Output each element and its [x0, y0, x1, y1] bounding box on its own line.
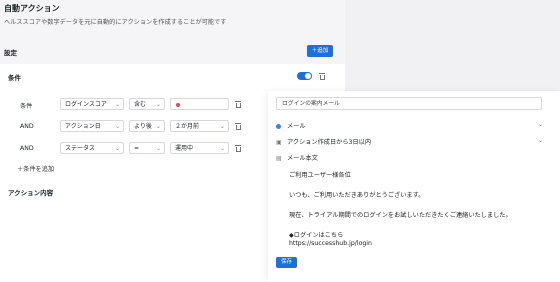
- chevron-down-icon: ⌄: [219, 145, 225, 152]
- chevron-down-icon[interactable]: ⌄: [538, 137, 543, 144]
- value-select-value: 運用中: [175, 145, 194, 152]
- row-label: AND: [20, 123, 34, 130]
- settings-label: 設定: [4, 49, 17, 57]
- mail-body-title: メール本文: [286, 155, 318, 162]
- mail-body-line[interactable]: 現在、トライアル期間でのログインをお試しいただきたくご連絡いたしました。: [289, 210, 512, 219]
- enable-toggle[interactable]: [297, 72, 312, 80]
- value-select[interactable]: 運用中 ⌄: [170, 142, 229, 154]
- field-select-value: ステータス: [65, 145, 96, 152]
- field-select-value: ログインスコア: [65, 101, 107, 108]
- row-label: 条件: [20, 103, 33, 110]
- operator-select[interactable]: = ⌄: [129, 142, 165, 154]
- chevron-down-icon: ⌄: [155, 123, 161, 130]
- add-condition-link[interactable]: ＋条件を追加: [17, 164, 54, 173]
- field-select-value: アクション日: [65, 123, 101, 130]
- field-select[interactable]: ステータス ⌄: [60, 142, 124, 154]
- chevron-down-icon[interactable]: ⌄: [538, 121, 543, 128]
- chevron-down-icon: ⌄: [155, 145, 161, 152]
- action-editor-panel: ログインの案内メール メール ⌄ ▣ アクション作成日から3日以内 ⌄ ▤ メー…: [268, 91, 560, 282]
- trash-icon[interactable]: [235, 101, 241, 108]
- page-description: ヘルススコアや数字データを元に自動的にアクションを作成することが可能です: [4, 19, 227, 26]
- mail-body-link[interactable]: https://successhub.jp/login: [289, 240, 372, 247]
- mail-body-label: ▤ メール本文: [276, 153, 318, 162]
- mail-body-line[interactable]: ◆ログインはこちら: [289, 230, 343, 239]
- operator-select-value: =: [134, 145, 140, 152]
- field-select[interactable]: ログインスコア ⌄: [60, 98, 124, 110]
- mail-body-line[interactable]: いつも、ご利用いただきありがとうございます。: [289, 190, 424, 199]
- chevron-down-icon: ⌄: [114, 123, 120, 130]
- row-label: AND: [20, 145, 34, 152]
- channel-select[interactable]: メール: [276, 121, 306, 130]
- mail-body-line[interactable]: ご利用ユーザー様各位: [289, 170, 351, 179]
- condition-title: 条件: [8, 74, 21, 82]
- chevron-down-icon: ⌄: [155, 101, 161, 108]
- schedule-select[interactable]: ▣ アクション作成日から3日以内: [276, 137, 371, 146]
- document-icon: ▤: [276, 155, 282, 162]
- mail-name-input[interactable]: ログインの案内メール: [276, 97, 542, 110]
- globe-icon: [276, 123, 285, 130]
- save-button[interactable]: 保存: [276, 257, 297, 268]
- channel-value: メール: [286, 123, 306, 130]
- field-select[interactable]: アクション日 ⌄: [60, 120, 124, 132]
- trash-icon[interactable]: [235, 123, 241, 130]
- page-title: 自動アクション: [4, 4, 60, 13]
- value-select-value: ２か月前: [175, 123, 200, 130]
- trash-icon[interactable]: [319, 73, 325, 80]
- action-content-label: アクション内容: [8, 189, 54, 197]
- chevron-down-icon: ⌄: [114, 145, 120, 152]
- trash-icon[interactable]: [235, 145, 241, 152]
- operator-select[interactable]: 含む ⌄: [129, 98, 165, 110]
- operator-select-value: 含む: [134, 101, 147, 108]
- chevron-down-icon: ⌄: [114, 101, 120, 108]
- calendar-icon: ▣: [276, 139, 282, 146]
- operator-select-value: より後: [134, 123, 152, 130]
- status-dot-icon: [176, 102, 180, 107]
- operator-select[interactable]: より後 ⌄: [129, 120, 165, 132]
- value-input[interactable]: [170, 98, 229, 110]
- value-select[interactable]: ２か月前 ⌄: [170, 120, 229, 132]
- add-button[interactable]: ＋追加: [307, 45, 333, 57]
- schedule-value: アクション作成日から3日以内: [286, 139, 372, 146]
- chevron-down-icon: ⌄: [219, 123, 225, 130]
